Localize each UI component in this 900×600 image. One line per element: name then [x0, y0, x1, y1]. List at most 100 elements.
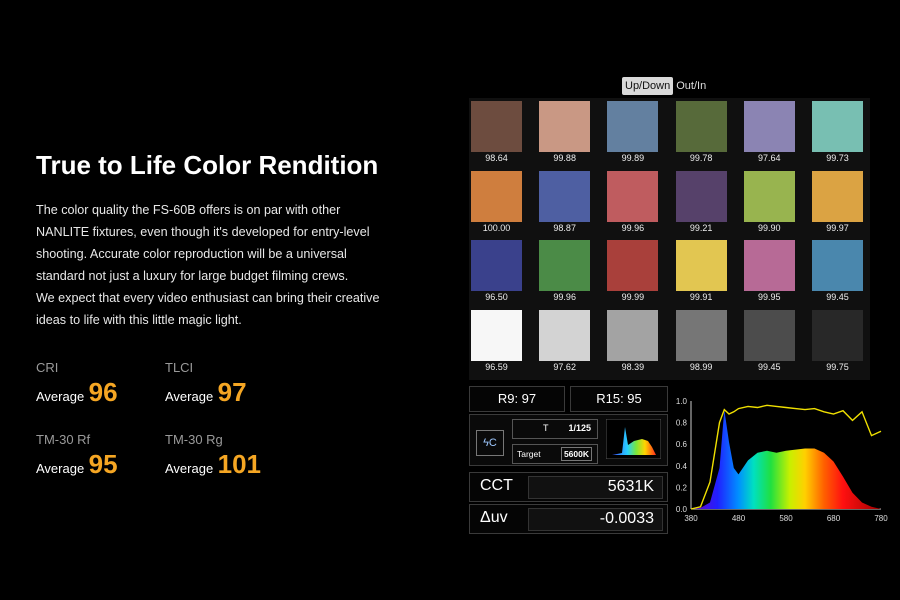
metric-value: 95	[88, 449, 118, 479]
y-tick-label: 0.4	[676, 462, 688, 471]
color-swatch-cell: 99.95	[742, 237, 811, 305]
swatch-value: 98.87	[553, 222, 576, 233]
metric-value: 96	[88, 377, 118, 407]
target-field[interactable]: Target 5600K	[512, 444, 598, 464]
x-tick-label: 780	[874, 514, 888, 523]
duv-value-box: -0.0033	[528, 508, 663, 531]
color-swatch	[812, 309, 863, 361]
target-label: Target	[517, 449, 541, 459]
color-swatch-cell: 96.50	[469, 237, 538, 305]
light-meter-panel: R9: 97 R15: 95 ϟC T 1/125 Target 5600K C…	[469, 386, 668, 534]
color-swatch	[607, 240, 659, 291]
swatch-value: 99.21	[689, 222, 713, 233]
color-swatch-cell: 100.00	[469, 168, 538, 236]
y-tick-label: 0.6	[676, 440, 688, 449]
color-checker-panel: 98.64 99.88 99.89 99.78 97.64 99.73 100.00 98.8…	[469, 98, 870, 380]
description-line: standard not just a luxury for large bud…	[36, 269, 349, 283]
swatch-value: 99.73	[826, 153, 849, 163]
shutter-field[interactable]: T 1/125	[512, 419, 598, 439]
metric-label: TLCI	[165, 360, 194, 375]
metric-value: 97	[217, 377, 247, 407]
description-line: We expect that every video enthusiast ca…	[36, 291, 380, 305]
spectrum-chart: 0.0 0.2 0.4 0.6 0.8 1.0 380 480 580 680 780	[676, 397, 888, 523]
y-tick-label: 0.8	[676, 419, 688, 428]
color-swatch-cell: 99.97	[810, 168, 879, 236]
swatch-value: 98.99	[689, 361, 713, 372]
swatch-value: 98.39	[621, 361, 645, 372]
swatch-value: 97.62	[553, 361, 576, 372]
toggle-out-in[interactable]: Out/In	[673, 77, 709, 95]
color-swatch-cell: 99.99	[605, 237, 674, 305]
color-swatch	[471, 101, 522, 152]
color-swatch-cell: 99.89	[605, 98, 674, 166]
cct-label: CCT	[480, 477, 513, 494]
y-tick-label: 1.0	[676, 397, 688, 406]
color-swatch	[471, 240, 522, 291]
auto-flash-icon[interactable]: ϟC	[476, 430, 504, 456]
x-tick-label: 380	[684, 514, 698, 523]
color-swatch	[743, 240, 795, 291]
duv-row: Δuv -0.0033	[469, 504, 668, 534]
metric-average-label: Average	[165, 389, 214, 404]
metric-average-label: Average	[36, 461, 85, 476]
swatch-value: 99.91	[689, 292, 713, 302]
color-swatch	[675, 240, 727, 291]
color-swatch	[607, 309, 659, 361]
color-swatch-cell: 98.39	[605, 307, 674, 375]
swatch-value: 99.96	[621, 222, 645, 233]
target-value: 5600K	[560, 447, 592, 461]
color-swatch-cell: 99.45	[742, 307, 811, 375]
color-swatch-cell: 99.91	[674, 237, 743, 305]
color-swatch-cell: 99.45	[810, 237, 879, 305]
spectrum-thumbnail-icon[interactable]	[606, 419, 661, 459]
swatch-value: 99.89	[621, 153, 645, 163]
color-swatch-cell: 97.62	[537, 307, 606, 375]
description-line: The color quality the FS-60B offers is o…	[36, 203, 341, 217]
cct-value-box: 5631K	[528, 476, 663, 499]
swatch-value: 96.50	[485, 292, 508, 302]
color-swatch-cell: 99.96	[605, 168, 674, 236]
color-swatch	[607, 101, 659, 152]
swatch-value: 99.45	[758, 361, 781, 372]
color-swatch-cell: 97.64	[742, 98, 811, 166]
swatch-value: 100.00	[482, 222, 511, 233]
cct-row: CCT 5631K	[469, 472, 668, 502]
color-swatch	[539, 101, 591, 152]
color-swatch	[539, 170, 591, 222]
color-swatch-cell: 99.88	[537, 98, 606, 166]
color-swatch	[812, 170, 863, 222]
metric-value: 101	[217, 449, 262, 479]
metric-label: TM-30 Rf	[36, 432, 91, 447]
swatch-value: 96.59	[485, 361, 508, 372]
color-swatch-cell: 98.87	[537, 168, 606, 236]
swatch-value: 99.97	[826, 222, 849, 233]
color-swatch	[743, 101, 795, 152]
swatch-value: 98.64	[485, 153, 508, 163]
x-tick-label: 480	[732, 514, 746, 523]
description: The color quality the FS-60B offers is o…	[36, 199, 396, 331]
swatch-value: 99.45	[826, 292, 849, 302]
color-swatch-cell: 99.21	[674, 168, 743, 236]
color-swatch	[539, 240, 591, 291]
view-toggle: Up/Down Out/In	[622, 77, 709, 95]
color-swatch	[743, 309, 795, 361]
color-swatch	[812, 240, 863, 291]
swatch-value: 97.64	[758, 153, 781, 163]
color-swatch	[812, 101, 863, 152]
color-swatch	[675, 170, 727, 222]
duv-label: Δuv	[480, 509, 508, 526]
r9-readout: R9: 97	[469, 386, 565, 412]
x-tick-label: 680	[827, 514, 841, 523]
y-tick-label: 0.2	[676, 483, 688, 492]
shutter-value: 1/125	[568, 423, 591, 433]
swatch-value: 99.99	[621, 292, 645, 302]
swatch-grid: 98.64 99.88 99.89 99.78 97.64 99.73 100.00 98.8…	[469, 98, 870, 380]
color-swatch-cell: 98.99	[674, 307, 743, 375]
toggle-up-down[interactable]: Up/Down	[622, 77, 674, 95]
color-swatch	[675, 309, 727, 361]
metric-tlci: TLCI Average 97	[165, 360, 247, 408]
swatch-value: 99.75	[826, 361, 849, 372]
color-swatch	[675, 101, 727, 152]
r15-readout: R15: 95	[570, 386, 668, 412]
metric-tm30-rg: TM-30 Rg Average 101	[165, 432, 261, 480]
